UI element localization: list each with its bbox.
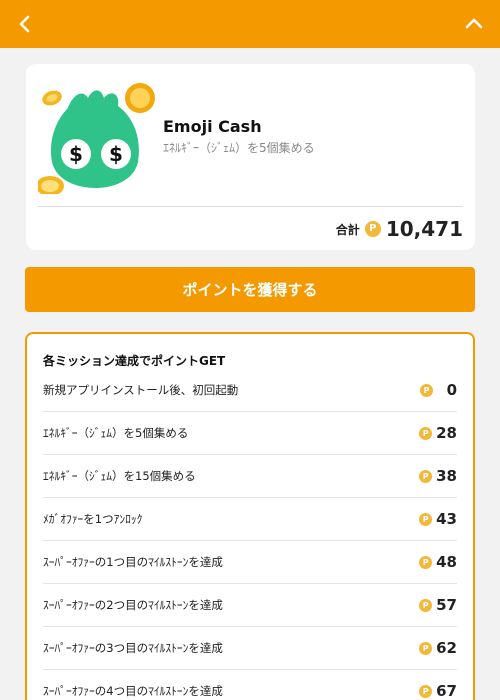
mission-reward: P 38 [419,467,457,485]
earn-points-button[interactable]: ポイントを獲得する [25,267,475,312]
total-points-value: 10,471 [385,217,463,241]
mission-label: ｽｰﾊﾟｰｵﾌｧｰの2つ目のﾏｲﾙｽﾄｰﾝを達成 [43,598,223,612]
svg-text:$: $ [109,142,123,166]
mission-points: 67 [436,682,457,700]
divider [38,206,463,207]
mission-points: 0 [446,381,457,399]
mission-label: ﾒｶﾞｵﾌｧｰを1つｱﾝﾛｯｸ [43,512,143,526]
mission-row: ｴﾈﾙｷﾞｰ（ｼﾞｪﾑ）を15個集める P 38 [43,455,457,498]
mission-row: ｴﾈﾙｷﾞｰ（ｼﾞｪﾑ）を5個集める P 28 [43,412,457,455]
point-coin-icon: P [419,684,433,698]
mission-row: ｽｰﾊﾟｰｵﾌｧｰの3つ目のﾏｲﾙｽﾄｰﾝを達成 P 62 [43,627,457,670]
mission-reward: P 62 [419,639,457,657]
total-label: 合計 [335,222,360,237]
mission-label: ｽｰﾊﾟｰｵﾌｧｰの3つ目のﾏｲﾙｽﾄｰﾝを達成 [43,641,223,655]
mission-label: 新規アプリインストール後、初回起動 [43,383,239,397]
mission-points: 57 [436,596,457,614]
chevron-up-icon[interactable] [460,10,488,38]
mission-row: ｽｰﾊﾟｰｵﾌｧｰの2つ目のﾏｲﾙｽﾄｰﾝを達成 P 57 [43,584,457,627]
mission-points: 38 [436,467,457,485]
mission-points: 28 [436,424,457,442]
point-coin-icon: P [419,555,433,569]
point-coin-icon: P [419,469,433,483]
mission-points: 43 [436,510,457,528]
mission-reward: P 28 [419,424,457,442]
chevron-left-icon[interactable] [12,10,40,38]
top-bar [0,0,500,48]
mission-reward: P 0 [420,381,457,399]
mission-reward: P 67 [419,682,457,700]
mission-row: 新規アプリインストール後、初回起動 P 0 [43,369,457,412]
missions-title: 各ミッション達成でポイントGET [43,354,226,368]
mission-points: 62 [436,639,457,657]
emoji-cash-app-icon: $ $ [38,83,155,194]
point-coin-icon: P [419,598,433,612]
mission-reward: P 48 [419,553,457,571]
mission-label: ｽｰﾊﾟｰｵﾌｧｰの1つ目のﾏｲﾙｽﾄｰﾝを達成 [43,555,223,569]
mission-label: ｽｰﾊﾟｰｵﾌｧｰの4つ目のﾏｲﾙｽﾄｰﾝを達成 [43,684,223,698]
point-coin-icon: P [419,426,433,440]
mission-reward: P 43 [419,510,457,528]
mission-label: ｴﾈﾙｷﾞｰ（ｼﾞｪﾑ）を15個集める [43,469,196,483]
point-coin-icon: P [419,512,433,526]
mission-row: ｽｰﾊﾟｰｵﾌｧｰの1つ目のﾏｲﾙｽﾄｰﾝを達成 P 48 [43,541,457,584]
mission-row: ｽｰﾊﾟｰｵﾌｧｰの4つ目のﾏｲﾙｽﾄｰﾝを達成 P 67 [43,670,457,700]
point-coin-icon: P [420,383,433,397]
app-card: $ $ Emoji Cash ｴﾈﾙｷﾞｰ（ｼﾞｪﾑ）を5個集める 合計 P 1… [26,64,475,250]
missions-panel: 各ミッション達成でポイントGET 新規アプリインストール後、初回起動 P 0 ｴ… [25,332,475,700]
total-points-row: 合計 P 10,471 [336,216,463,242]
app-name: Emoji Cash [163,117,262,136]
point-coin-icon: P [419,641,433,655]
point-coin-icon: P [364,221,381,237]
app-subtitle: ｴﾈﾙｷﾞｰ（ｼﾞｪﾑ）を5個集める [163,141,315,155]
mission-row: ﾒｶﾞｵﾌｧｰを1つｱﾝﾛｯｸ P 43 [43,498,457,541]
mission-label: ｴﾈﾙｷﾞｰ（ｼﾞｪﾑ）を5個集める [43,426,189,440]
svg-text:$: $ [69,142,83,166]
mission-list: 新規アプリインストール後、初回起動 P 0 ｴﾈﾙｷﾞｰ（ｼﾞｪﾑ）を5個集める… [43,369,457,700]
mission-points: 48 [436,553,457,571]
mission-reward: P 57 [419,596,457,614]
